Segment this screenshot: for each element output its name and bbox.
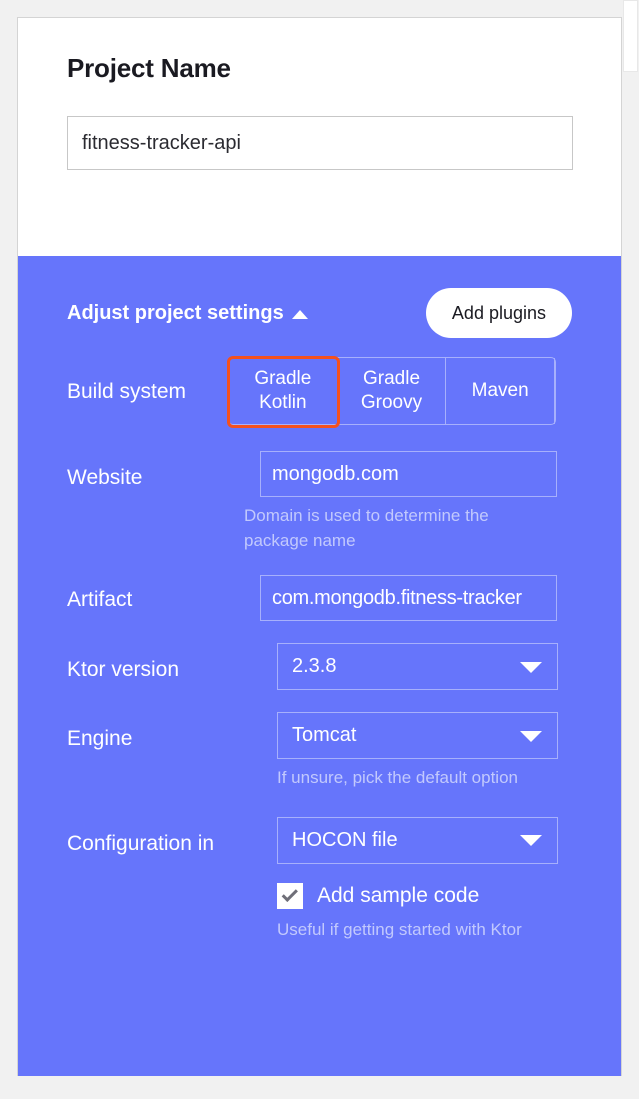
website-label: Website xyxy=(67,451,244,490)
build-system-control: Gradle Kotlin Gradle Groovy Maven xyxy=(244,357,572,425)
seg-line-1: Gradle xyxy=(363,368,420,389)
build-system-option-gradle-kotlin[interactable]: Gradle Kotlin xyxy=(229,358,338,424)
build-system-label: Build system xyxy=(67,357,244,404)
build-system-row: Build system Gradle Kotlin Gradle xyxy=(67,357,572,425)
ktor-version-value: 2.3.8 xyxy=(292,655,336,678)
seg-line-2: Kotlin xyxy=(259,392,307,413)
scrollbar-thumb[interactable] xyxy=(623,0,638,72)
checkbox-box[interactable] xyxy=(277,883,303,909)
configuration-in-row: Configuration in HOCON file xyxy=(67,817,572,864)
artifact-label: Artifact xyxy=(67,575,244,612)
add-plugins-button[interactable]: Add plugins xyxy=(426,288,572,338)
add-sample-code-checkbox[interactable]: Add sample code xyxy=(277,883,572,909)
caret-up-icon xyxy=(292,310,308,319)
website-input[interactable] xyxy=(260,451,557,497)
chevron-down-icon xyxy=(520,662,542,673)
seg-line-1: Maven xyxy=(472,379,529,403)
seg-line-2: Groovy xyxy=(361,392,422,413)
page-scrollbar[interactable] xyxy=(622,0,639,1099)
configuration-in-label: Configuration in xyxy=(67,817,244,856)
artifact-row: Artifact xyxy=(67,575,572,621)
page-title: Project Name xyxy=(67,53,572,84)
website-row: Website Domain is used to determine the … xyxy=(67,451,572,553)
ktor-version-row: Ktor version 2.3.8 xyxy=(67,643,572,690)
engine-select[interactable]: Tomcat xyxy=(277,712,558,759)
sample-code-control: Add sample code Useful if getting starte… xyxy=(244,883,572,943)
engine-hint: If unsure, pick the default option xyxy=(277,766,559,791)
build-system-segmented-control: Gradle Kotlin Gradle Groovy Maven xyxy=(228,357,556,425)
chevron-down-icon xyxy=(520,731,542,742)
artifact-control xyxy=(244,575,572,621)
check-icon xyxy=(281,886,297,902)
add-sample-code-label: Add sample code xyxy=(317,884,479,908)
project-name-input[interactable]: fitness-tracker-api xyxy=(67,116,573,170)
configuration-in-control: HOCON file xyxy=(244,817,572,864)
configuration-in-value: HOCON file xyxy=(292,829,398,852)
project-name-section: Project Name fitness-tracker-api xyxy=(18,18,621,256)
engine-control: Tomcat If unsure, pick the default optio… xyxy=(244,712,572,791)
ktor-version-select[interactable]: 2.3.8 xyxy=(277,643,558,690)
ktor-version-label: Ktor version xyxy=(67,643,244,682)
project-generator-card: Project Name fitness-tracker-api Adjust … xyxy=(17,17,622,1076)
artifact-input[interactable] xyxy=(260,575,557,621)
settings-header: Adjust project settings Add plugins xyxy=(67,284,572,342)
configuration-in-select[interactable]: HOCON file xyxy=(277,817,558,864)
adjust-settings-label: Adjust project settings xyxy=(67,302,284,325)
ktor-version-control: 2.3.8 xyxy=(244,643,572,690)
engine-label: Engine xyxy=(67,712,244,751)
engine-row: Engine Tomcat If unsure, pick the defaul… xyxy=(67,712,572,791)
sample-code-hint: Useful if getting started with Ktor xyxy=(277,918,572,943)
website-hint: Domain is used to determine the package … xyxy=(244,504,526,553)
build-system-option-gradle-groovy[interactable]: Gradle Groovy xyxy=(338,358,447,424)
app-root: Project Name fitness-tracker-api Adjust … xyxy=(0,0,639,1099)
website-control: Domain is used to determine the package … xyxy=(244,451,572,553)
project-name-value: fitness-tracker-api xyxy=(82,132,241,155)
sample-code-row: Add sample code Useful if getting starte… xyxy=(67,883,572,943)
project-settings-panel: Adjust project settings Add plugins Buil… xyxy=(18,256,621,1076)
chevron-down-icon xyxy=(520,835,542,846)
adjust-settings-toggle[interactable]: Adjust project settings xyxy=(67,302,308,325)
engine-value: Tomcat xyxy=(292,724,356,747)
seg-line-1: Gradle xyxy=(254,368,311,389)
build-system-option-maven[interactable]: Maven xyxy=(446,358,555,424)
